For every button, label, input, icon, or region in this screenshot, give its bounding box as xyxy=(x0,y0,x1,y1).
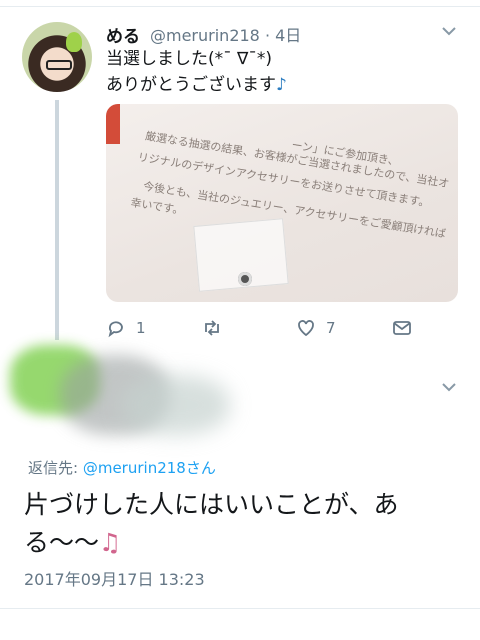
like-count: 7 xyxy=(326,319,336,337)
heart-icon xyxy=(298,320,314,337)
music-notes-icon: ♫ xyxy=(99,528,122,557)
glasses-image xyxy=(46,60,72,70)
tweet-photo[interactable]: ーン」にご参加頂き、 厳選なる抽選の結果、お客様がご当選されましたので、当社オ … xyxy=(106,104,458,302)
reply-handle-link[interactable]: @merurin218さん xyxy=(83,459,216,477)
music-note-icon: ♪ xyxy=(276,75,287,95)
reply-prefix: 返信先: xyxy=(28,459,79,477)
like-button[interactable]: 7 xyxy=(296,318,336,338)
dm-button[interactable] xyxy=(392,318,422,338)
tweet-timestamp[interactable]: 2017年09月17日 13:23 xyxy=(24,566,205,590)
earring xyxy=(238,272,252,286)
tweet-line-2: ありがとうございます♪ xyxy=(106,72,456,98)
tweet-line-2-text: ありがとうございます xyxy=(106,75,276,95)
handle-and-time[interactable]: @merurin218 · 4日 xyxy=(150,22,301,46)
red-corner xyxy=(106,104,120,144)
tweet-line-1: 当選しました(*¯ ∇¯*) xyxy=(106,49,273,69)
display-name[interactable]: める xyxy=(106,22,140,47)
top-divider xyxy=(0,0,480,7)
chevron-down-icon[interactable] xyxy=(440,380,458,394)
reply-context: 返信先: @merurin218さん xyxy=(28,457,216,478)
blurred-avatar-area xyxy=(0,335,250,455)
message-icon xyxy=(393,321,411,335)
thread-line xyxy=(55,100,59,340)
chevron-down-icon[interactable] xyxy=(440,24,458,38)
reply-text: 片づけした人にはいいことが、ある〜〜 xyxy=(24,490,399,557)
bottom-divider xyxy=(0,608,480,609)
blur-shape xyxy=(120,375,230,435)
parrot-image xyxy=(66,32,82,52)
tweet-text: 当選しました(*¯ ∇¯*) ありがとうございます♪ xyxy=(106,46,456,98)
reply-tweet-text: 片づけした人にはいいことが、ある〜〜♫ xyxy=(24,486,464,562)
avatar[interactable] xyxy=(22,22,92,92)
